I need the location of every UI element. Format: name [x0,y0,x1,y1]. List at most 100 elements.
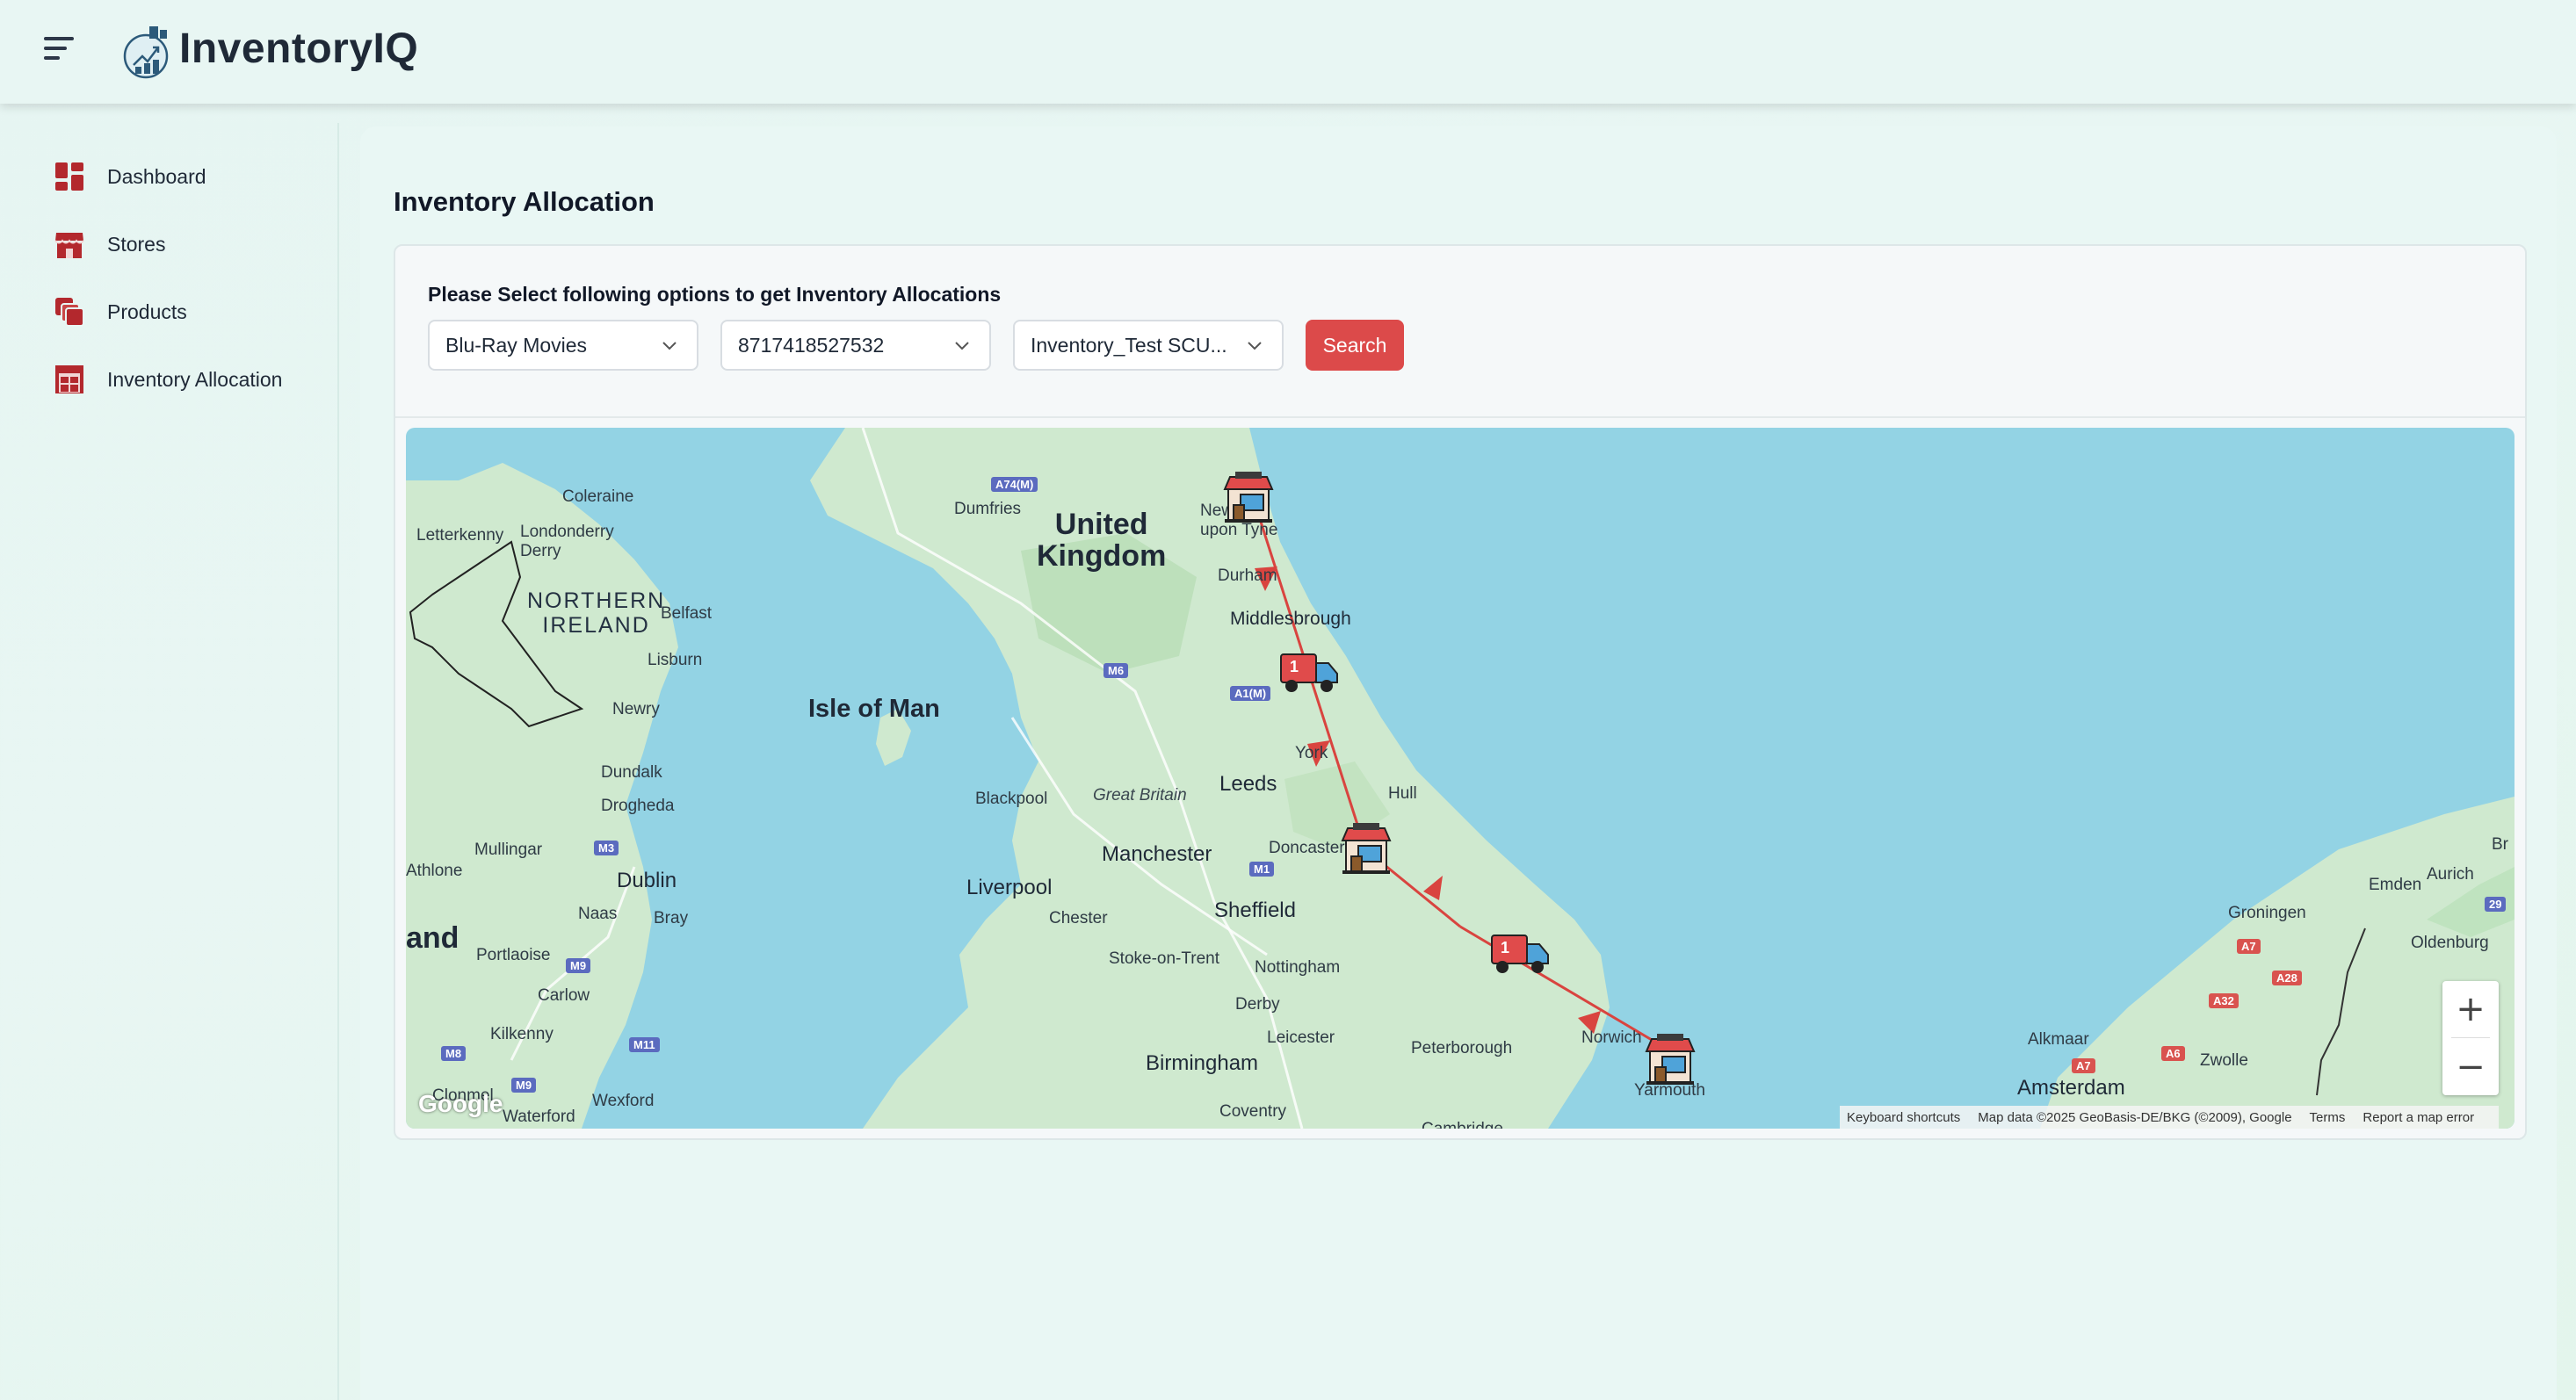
map-label: Amsterdam [2017,1076,2125,1100]
map-label: Aurich [2427,865,2474,884]
truck-icon [1491,935,1549,973]
map-label: Mullingar [474,841,543,859]
road-shield: A7 [2237,939,2261,954]
map-label: Br [2492,835,2508,854]
map-data-text: Map data ©2025 GeoBasis-DE/BKG (©2009), … [1978,1109,2292,1125]
logo-icon [123,26,169,79]
map-label: Oldenburg [2411,934,2489,952]
store-marker-icon[interactable] [1643,1032,1697,1086]
map-label: Emden [2369,876,2422,894]
category-select-value: Blu-Ray Movies [445,333,588,357]
keyboard-shortcuts-link[interactable]: Keyboard shortcuts [1847,1110,1960,1125]
map-label: York [1295,744,1328,762]
map-attribution: Keyboard shortcuts Map data ©2025 GeoBas… [1840,1106,2500,1129]
store-marker-icon[interactable] [1339,821,1393,876]
truck-icon [1280,653,1338,692]
road-shield: M9 [511,1078,537,1093]
truck-marker[interactable]: 1 [1490,932,1550,976]
truck-badge: 1 [1501,939,1510,956]
map-label: and [406,921,459,955]
zoom-in-button[interactable]: + [2442,981,2499,1037]
road-shield: M8 [441,1046,467,1061]
map-label: Derby [1235,995,1280,1014]
zoom-out-button[interactable]: − [2442,1039,2499,1095]
sidebar-item-label: Inventory Allocation [107,367,283,391]
search-button[interactable]: Search [1306,320,1404,371]
sidebar-item-inventory-allocation[interactable]: Inventory Allocation [54,362,282,397]
sidebar-item-label: Dashboard [107,164,206,188]
warehouse-icon [55,365,83,393]
map-label: Cambridge [1422,1120,1503,1129]
road-shield: M1 [1249,862,1275,877]
product-select[interactable]: 8717418527532 [720,320,991,371]
map-label: Drogheda [601,797,675,815]
road-shield: A7 [2072,1058,2095,1073]
map-label: Stoke-on-Trent [1109,949,1220,968]
page-title: Inventory Allocation [394,186,655,217]
map-label: United Kingdom [1037,508,1167,573]
map-label: Great Britain [1093,786,1187,805]
map-label: Coventry [1219,1102,1287,1121]
truck-badge: 1 [1290,658,1299,675]
google-logo: Google [418,1090,503,1117]
terms-link[interactable]: Terms [2310,1110,2346,1125]
map-label: Londonderry Derry [520,523,614,560]
map-label: Newry [612,700,660,718]
map-label: Middlesbrough [1230,609,1351,629]
sidebar-item-dashboard[interactable]: Dashboard [54,159,206,194]
sidebar-item-label: Products [107,299,187,323]
products-icon [55,298,84,327]
map-label: Durham [1218,566,1277,585]
map-label: Peterborough [1411,1039,1513,1057]
map-label: Nottingham [1255,958,1341,977]
product-select-value: 8717418527532 [738,333,885,357]
map-label: Dumfries [954,500,1022,518]
road-shield: A28 [2272,971,2302,985]
chevron-down-icon [1248,342,1262,350]
store-marker-icon[interactable] [1221,470,1276,524]
map-label: Letterkenny [416,526,504,545]
truck-marker[interactable]: 1 [1279,651,1339,695]
road-shield: A1(M) [1230,686,1271,701]
map-label: Manchester [1102,842,1212,866]
divider [395,416,2525,418]
app-title: InventoryIQ [179,25,419,72]
map-label: Hull [1388,784,1417,803]
map-label: Zwolle [2200,1051,2248,1070]
map-label: Portlaoise [476,946,551,964]
map-label: Wexford [592,1092,655,1110]
road-shield: M11 [629,1037,660,1052]
scenario-select-value: Inventory_Test SCU... [1031,333,1227,357]
map-label: Blackpool [975,790,1048,808]
chevron-down-icon [955,342,969,350]
map-label: Chester [1049,909,1108,927]
road-shield: M9 [566,958,591,973]
road-shield: M6 [1103,663,1129,678]
menu-icon[interactable] [44,37,79,69]
map-label: Dublin [617,869,677,892]
scenario-select[interactable]: Inventory_Test SCU... [1013,320,1284,371]
road-shield: M3 [594,841,619,855]
chevron-down-icon [662,342,677,350]
zoom-controls: + − [2442,981,2499,1095]
instruction-text: Please Select following options to get I… [428,283,1002,306]
sidebar-item-products[interactable]: Products [54,294,187,329]
map-label: Carlow [538,986,590,1005]
map-label: Sheffield [1214,898,1296,922]
sidebar-item-stores[interactable]: Stores [54,227,165,262]
road-shield: A6 [2161,1046,2185,1061]
map-label: Belfast [661,604,713,623]
map-label: Isle of Man [808,695,940,723]
map-label: Kilkenny [490,1025,554,1043]
store-icon [54,233,84,258]
map-label: Alkmaar [2028,1030,2089,1049]
allocation-map[interactable]: Coleraine Londonderry Derry Letterkenny … [406,428,2514,1129]
map-label: Norwich [1581,1028,1642,1047]
category-select[interactable]: Blu-Ray Movies [428,320,698,371]
divider [2451,1037,2490,1038]
map-label: Leeds [1219,772,1277,796]
map-label: Lisburn [648,651,703,669]
report-error-link[interactable]: Report a map error [2363,1110,2474,1125]
map-label: Doncaster [1269,839,1345,857]
road-shield: A74(M) [991,477,1038,492]
